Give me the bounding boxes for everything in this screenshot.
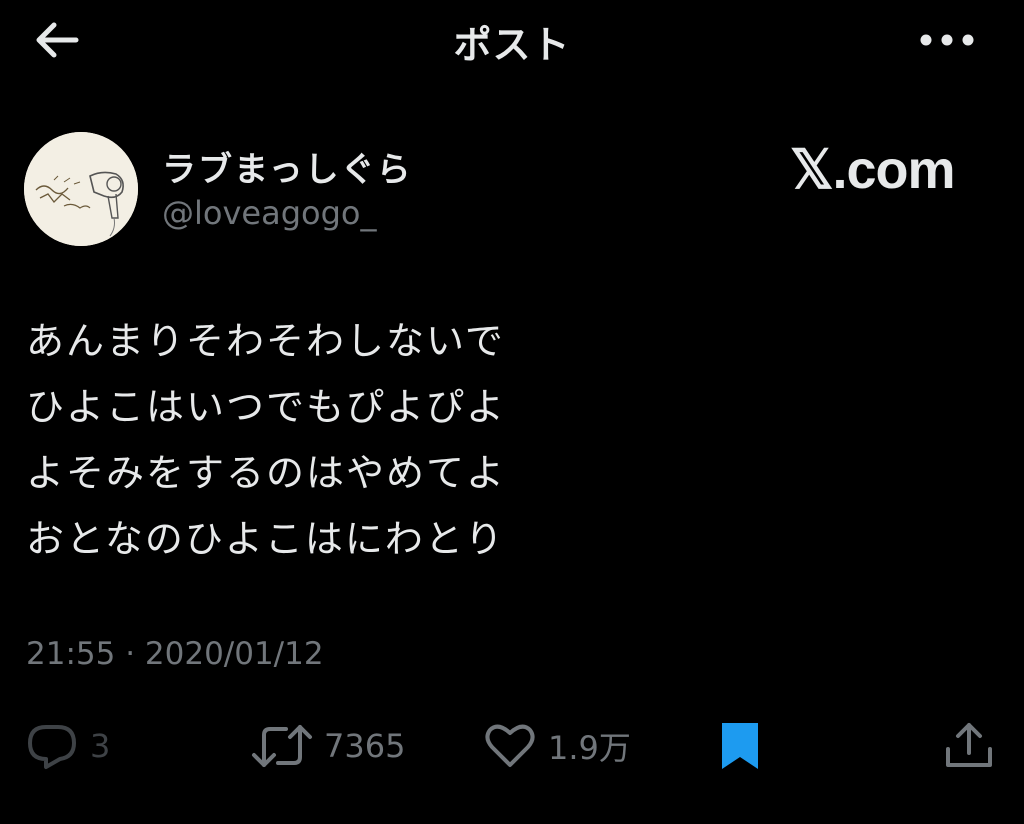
like-button[interactable]: 1.9万 — [482, 716, 631, 776]
share-button[interactable] — [942, 716, 996, 776]
post-text: あんまりそわそわしないで ひよこはいつでもぴよぴよ よそみをするのはやめてよ お… — [26, 308, 986, 572]
site-watermark: 𝕏.com — [790, 140, 956, 200]
more-options-button[interactable] — [912, 20, 982, 60]
post-timestamp[interactable]: 21:55 · 2020/01/12 — [26, 636, 324, 672]
post-text-line: あんまりそわそわしないで — [26, 319, 505, 363]
share-icon — [946, 723, 992, 767]
repost-button[interactable]: 7365 — [250, 716, 405, 776]
bookmark-icon — [722, 723, 758, 769]
bookmark-button[interactable] — [716, 716, 764, 776]
post-text-line: ひよこはいつでもぴよぴよ — [26, 385, 507, 429]
more-horizontal-icon — [920, 34, 974, 46]
repost-count: 7365 — [324, 727, 406, 765]
like-count: 1.9万 — [548, 729, 631, 767]
repost-icon — [252, 725, 312, 767]
post-text-line: よそみをするのはやめてよ — [26, 451, 507, 495]
reply-count: 3 — [90, 727, 111, 765]
avatar-hairdryer-drawing — [24, 132, 138, 246]
top-bar: ポスト — [0, 0, 1024, 80]
heart-icon — [485, 724, 535, 767]
author-display-name[interactable]: ラブまっしぐら — [162, 142, 413, 191]
reply-icon — [28, 725, 76, 769]
avatar[interactable] — [24, 132, 138, 246]
reply-button[interactable]: 3 — [24, 716, 110, 776]
post-text-line: おとなのひよこはにわとり — [26, 517, 505, 561]
page-title: ポスト — [453, 23, 571, 67]
post-detail-screen: ポスト ラブまっしぐら @loveagogo_ 𝕏.com あんまりそわそわしな… — [0, 0, 1024, 824]
author-handle[interactable]: @loveagogo_ — [162, 194, 376, 232]
